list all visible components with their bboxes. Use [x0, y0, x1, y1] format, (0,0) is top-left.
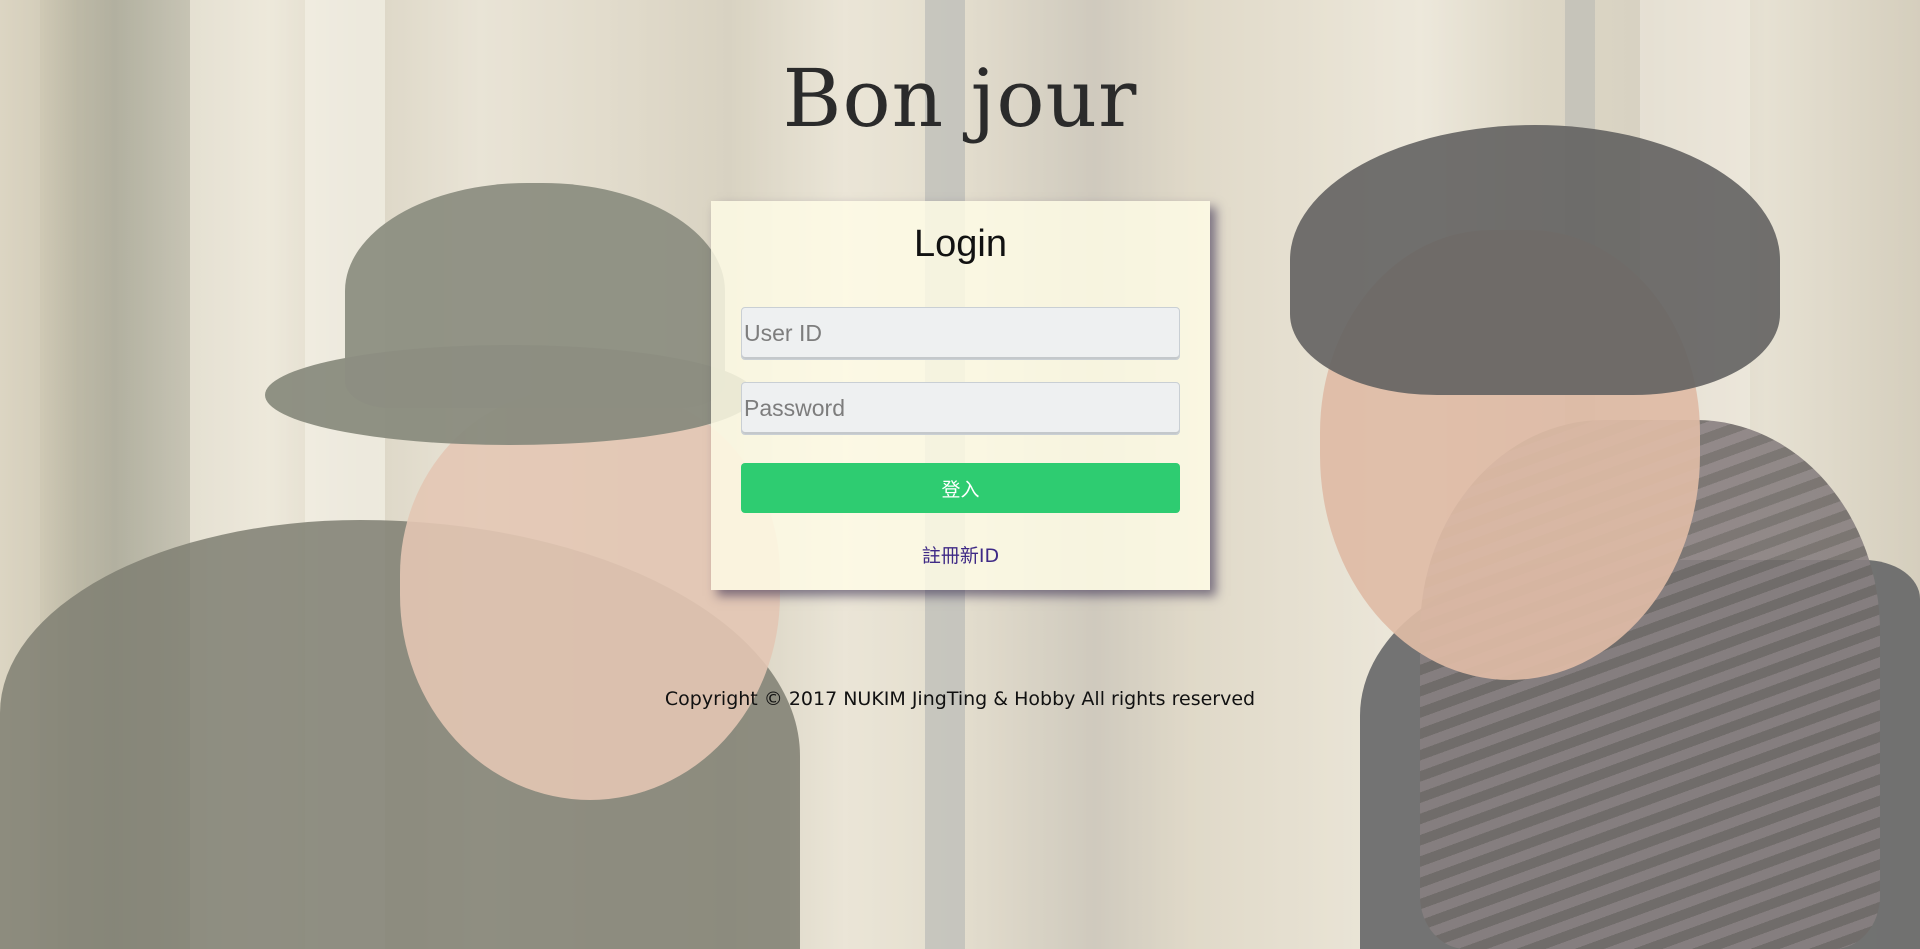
page-title: Bon jour — [782, 52, 1138, 145]
user-id-input[interactable] — [741, 307, 1180, 360]
password-input[interactable] — [741, 382, 1180, 435]
login-card: Login 登入 註冊新ID — [711, 201, 1210, 590]
copyright-text: Copyright © 2017 NUKIM JingTing & Hobby … — [664, 688, 1256, 710]
register-link[interactable]: 註冊新ID — [711, 541, 1210, 568]
login-button[interactable]: 登入 — [741, 463, 1180, 513]
login-heading: Login — [914, 223, 1007, 265]
